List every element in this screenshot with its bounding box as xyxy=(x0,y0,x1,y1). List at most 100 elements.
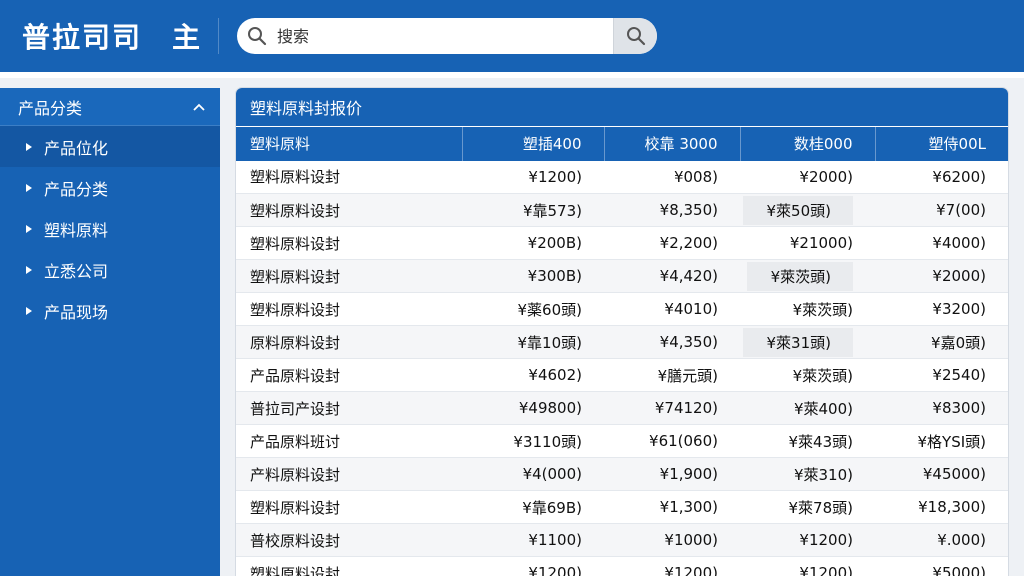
table-cell: 塑料原料设封 xyxy=(236,226,462,260)
sidebar-item-4[interactable]: 产品现场 xyxy=(0,290,220,331)
panel-title: 塑料原料封报价 xyxy=(236,88,1008,126)
table-cell: ¥3110頭) xyxy=(462,424,604,458)
table-cell: ¥1,900) xyxy=(604,457,740,491)
table-row[interactable]: 原料原料设封 ¥靠10頭) ¥4,350) ¥萊31頭) ¥嘉0頭) xyxy=(236,325,1008,359)
sidebar-item-label: 塑料原料 xyxy=(44,220,109,240)
table-row[interactable]: 塑料原料设封 ¥靠69B) ¥1,300) ¥萊78頭) ¥18,300) xyxy=(236,490,1008,524)
table-cell: ¥1200) xyxy=(462,160,604,194)
table-cell: ¥300B) xyxy=(462,259,604,293)
table-row[interactable]: 普校原料设封 ¥1100) ¥1000) ¥1200) ¥.000) xyxy=(236,523,1008,557)
sidebar-item-0[interactable]: 产品位化 xyxy=(0,126,220,167)
column-header[interactable]: 塑插400 xyxy=(462,126,605,161)
search-input[interactable] xyxy=(277,18,614,54)
table-cell: ¥2,200) xyxy=(604,226,740,260)
table-cell: ¥2540) xyxy=(875,358,1008,392)
table-cell: ¥2000) xyxy=(740,160,875,194)
sidebar-item-2[interactable]: 塑料原料 xyxy=(0,208,220,249)
table-cell: ¥200B) xyxy=(462,226,604,260)
table-cell: ¥4(000) xyxy=(462,457,604,491)
column-header[interactable]: 塑料原料 xyxy=(236,126,463,161)
table-cell: ¥格YSI頭) xyxy=(875,424,1008,458)
sidebar-title: 产品分类 xyxy=(18,98,83,118)
table-row[interactable]: 塑料原料设封 ¥200B) ¥2,200) ¥21000) ¥4000) xyxy=(236,226,1008,260)
table-row[interactable]: 产品原料班讨 ¥3110頭) ¥61(060) ¥萊43頭) ¥格YSI頭) xyxy=(236,424,1008,458)
table-cell: ¥8300) xyxy=(875,391,1008,425)
table-cell: 原料原料设封 xyxy=(236,325,462,359)
table-cell: ¥1200) xyxy=(740,556,875,576)
table-cell: 塑料原料设封 xyxy=(236,490,462,524)
table-cell: 产料原料设封 xyxy=(236,457,462,491)
price-panel: 塑料原料封报价 塑料原料 塑插400 校靠 3000 数桂000 塑侍00L 塑… xyxy=(236,88,1008,576)
table-row[interactable]: 产料原料设封 ¥4(000) ¥1,900) ¥萊310) ¥45000) xyxy=(236,457,1008,491)
table-cell: ¥萊43頭) xyxy=(740,424,875,458)
table-row[interactable]: 塑料原料设封 ¥薬60頭) ¥4010) ¥萊茨頭) ¥3200) xyxy=(236,292,1008,326)
table-row[interactable]: 普拉司产设封 ¥49800) ¥74120) ¥萊400) ¥8300) xyxy=(236,391,1008,425)
caret-right-icon xyxy=(26,183,32,192)
sidebar-item-label: 立悉公司 xyxy=(44,261,109,281)
brand-logo[interactable]: 普拉司司 主 xyxy=(22,16,202,56)
sidebar-category-header[interactable]: 产品分类 xyxy=(0,88,220,126)
caret-right-icon xyxy=(26,306,32,315)
column-header[interactable]: 数桂000 xyxy=(740,126,876,161)
table-cell: ¥萊31頭) xyxy=(740,325,875,359)
table-cell: ¥萊78頭) xyxy=(740,490,875,524)
table-cell: ¥萊310) xyxy=(740,457,875,491)
table-cell: 塑料原料设封 xyxy=(236,292,462,326)
table-cell: 塑料原料设封 xyxy=(236,556,462,576)
table-cell: ¥3200) xyxy=(875,292,1008,326)
search-icon xyxy=(237,18,277,54)
table-cell: ¥4000) xyxy=(875,226,1008,260)
table-cell: ¥靠10頭) xyxy=(462,325,604,359)
table-row[interactable]: 塑料原料设封 ¥300B) ¥4,420) ¥萊茨頭) ¥2000) xyxy=(236,259,1008,293)
table-cell: ¥1200) xyxy=(604,556,740,576)
table-cell: 普拉司产设封 xyxy=(236,391,462,425)
table-cell: ¥74120) xyxy=(604,391,740,425)
caret-right-icon xyxy=(26,265,32,274)
chevron-up-icon xyxy=(192,97,206,116)
sidebar-item-label: 产品现场 xyxy=(44,302,109,322)
column-header[interactable]: 校靠 3000 xyxy=(604,126,741,161)
table-cell: ¥膳元頭) xyxy=(604,358,740,392)
top-header: 普拉司司 主 xyxy=(0,0,1024,72)
table-cell: ¥薬60頭) xyxy=(462,292,604,326)
brand-name: 普拉司司 xyxy=(22,21,143,54)
table-row[interactable]: 塑料原料设封 ¥1200) ¥008) ¥2000) ¥6200) xyxy=(236,160,1008,194)
table-cell: ¥61(060) xyxy=(604,424,740,458)
table-row[interactable]: 产品原料设封 ¥4602) ¥膳元頭) ¥萊茨頭) ¥2540) xyxy=(236,358,1008,392)
highlighted-value: ¥萊茨頭) xyxy=(746,261,853,291)
table-cell: ¥.000) xyxy=(875,523,1008,557)
search-button[interactable] xyxy=(613,18,658,54)
table-row[interactable]: 塑料原料设封 ¥1200) ¥1200) ¥1200) ¥5000) xyxy=(236,556,1008,576)
table-cell: 塑料原料设封 xyxy=(236,259,462,293)
table-cell: ¥4,420) xyxy=(604,259,740,293)
search-bar xyxy=(237,18,658,54)
table-cell: ¥1,300) xyxy=(604,490,740,524)
sidebar-item-label: 产品分类 xyxy=(44,179,109,199)
table-cell: ¥靠573) xyxy=(462,193,604,227)
sidebar-item-3[interactable]: 立悉公司 xyxy=(0,249,220,290)
table-cell: ¥萊茨頭) xyxy=(740,358,875,392)
sidebar-item-label: 产品位化 xyxy=(44,138,109,158)
table-cell: ¥靠69B) xyxy=(462,490,604,524)
table-cell: ¥1200) xyxy=(462,556,604,576)
table-cell: ¥萊茨頭) xyxy=(740,259,875,293)
table-cell: ¥嘉0頭) xyxy=(875,325,1008,359)
search-icon xyxy=(626,27,645,46)
brand-suffix: 主 xyxy=(172,21,203,54)
table-cell: ¥8,350) xyxy=(604,193,740,227)
table-cell: ¥5000) xyxy=(875,556,1008,576)
table-header-row: 塑料原料 塑插400 校靠 3000 数桂000 塑侍00L xyxy=(236,126,1008,161)
table-cell: ¥4010) xyxy=(604,292,740,326)
table-cell: ¥45000) xyxy=(875,457,1008,491)
table-cell: 普校原料设封 xyxy=(236,523,462,557)
sidebar-item-1[interactable]: 产品分类 xyxy=(0,167,220,208)
table-row[interactable]: 塑料原料设封 ¥靠573) ¥8,350) ¥萊50頭) ¥7(00) xyxy=(236,193,1008,227)
table-cell: ¥1000) xyxy=(604,523,740,557)
highlighted-value: ¥萊31頭) xyxy=(742,327,853,357)
table-cell: ¥萊50頭) xyxy=(740,193,875,227)
table-cell: 塑料原料设封 xyxy=(236,193,462,227)
table-cell: ¥18,300) xyxy=(875,490,1008,524)
table-cell: 塑料原料设封 xyxy=(236,160,462,194)
table-cell: ¥1100) xyxy=(462,523,604,557)
column-header[interactable]: 塑侍00L xyxy=(875,126,1008,161)
